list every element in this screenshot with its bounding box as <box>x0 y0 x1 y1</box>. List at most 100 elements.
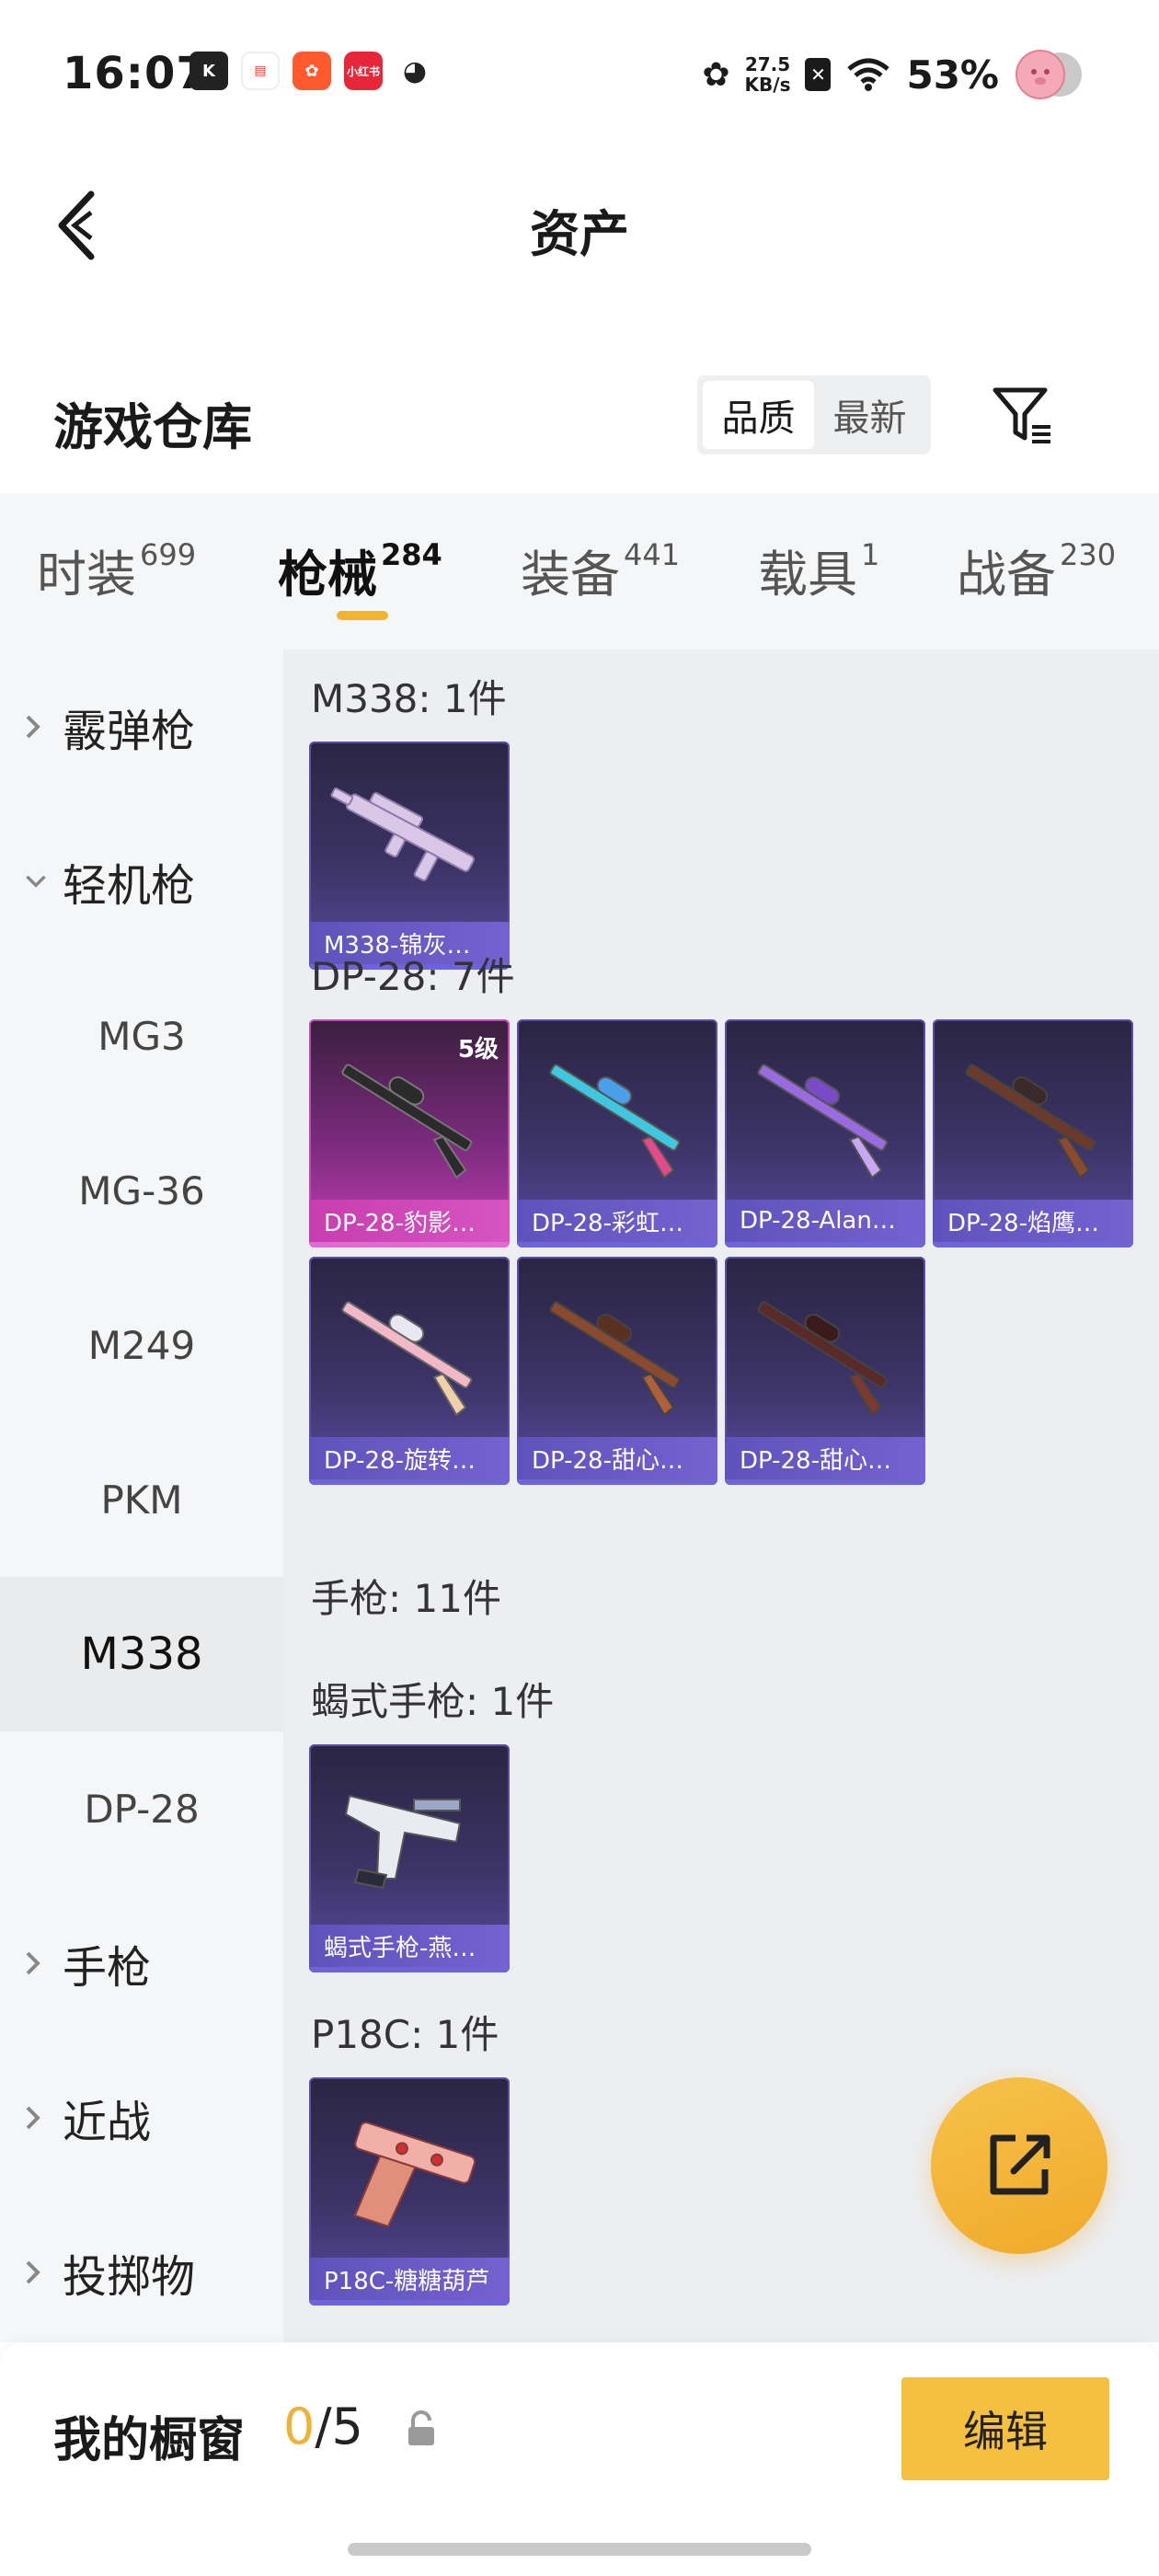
rifle-icon <box>549 1064 681 1179</box>
sidebar-item-label: 投掷物 <box>63 2251 196 2303</box>
avatar <box>1014 48 1085 101</box>
tab-vehicles[interactable]: 载具 1 <box>758 534 879 606</box>
rifle-icon <box>757 1301 889 1417</box>
sidebar-item-m338[interactable]: M338 <box>0 1577 283 1731</box>
section-title: M338: 1件 <box>311 676 507 721</box>
item-card[interactable]: DP-28-彩虹… <box>517 1019 717 1248</box>
sidebar-item-label: MG-36 <box>78 1167 205 1213</box>
item-card[interactable]: P18C-糖糖葫芦 <box>309 2077 510 2306</box>
rarity-bar <box>517 1479 717 1485</box>
item-card[interactable]: DP-28-甜心… <box>725 1257 925 1485</box>
tab-equipment[interactable]: 装备 441 <box>521 534 680 606</box>
tab-count: 284 <box>381 537 442 572</box>
page-title: 资产 <box>530 205 629 263</box>
calendar-app-icon: ▤ <box>241 52 280 90</box>
item-card[interactable]: DP-28-Alan… <box>725 1019 925 1248</box>
sidebar-item-label: DP-28 <box>84 1786 200 1832</box>
battery-level: 53% <box>906 52 999 98</box>
sidebar-item-lmg[interactable]: 轻机枪 <box>0 804 283 959</box>
tab-count: 441 <box>624 537 681 572</box>
tab-fashion[interactable]: 时装 699 <box>37 534 196 606</box>
edit-button[interactable]: 编辑 <box>901 2377 1109 2480</box>
section-title: 蝎式手枪: 1件 <box>311 1679 555 1724</box>
lock-icon <box>408 2410 434 2445</box>
tab-label: 载具 <box>758 546 857 604</box>
sort-by-newest[interactable]: 最新 <box>814 381 925 449</box>
sidebar-item-label: 轻机枪 <box>63 860 196 912</box>
filter-button[interactable] <box>990 383 1056 449</box>
status-time: 16:07 <box>63 48 208 99</box>
chevron-right-icon <box>24 1949 48 1977</box>
showcase-bar: 我的橱窗 0/5 编辑 <box>0 2342 1159 2576</box>
flower-icon: ✿ <box>702 55 730 94</box>
rifle-icon <box>965 1064 1096 1179</box>
section-title: 手枪: 11件 <box>311 1576 501 1621</box>
sidebar-item-label: M338 <box>80 1628 203 1680</box>
rarity-bar <box>309 1967 510 1972</box>
warehouse-header: 游戏仓库 品质 最新 <box>0 359 1159 478</box>
sidebar-item-throwable[interactable]: 投掷物 <box>0 2195 283 2350</box>
sidebar-item-m249[interactable]: M249 <box>0 1268 283 1422</box>
tab-count: 1 <box>861 537 880 572</box>
wifi-icon <box>847 58 890 91</box>
item-name: DP-28-豹影… <box>309 1200 510 1242</box>
sidebar-item-dp28[interactable]: DP-28 <box>0 1731 283 1886</box>
item-card[interactable]: DP-28-旋转… <box>309 1257 510 1485</box>
item-card[interactable]: 蝎式手枪-燕… <box>309 1744 510 1972</box>
item-name: DP-28-焰鹰… <box>933 1200 1133 1242</box>
sidebar-item-pistol[interactable]: 手枪 <box>0 1886 283 2041</box>
home-indicator[interactable] <box>348 2543 811 2556</box>
share-button[interactable] <box>931 2077 1107 2254</box>
category-tabs: 时装 699 枪械 284 装备 441 载具 1 战备 230 <box>0 493 1159 650</box>
sidebar-item-mg36[interactable]: MG-36 <box>0 1113 283 1268</box>
rarity-bar <box>517 1242 717 1248</box>
section-title: DP-28: 7件 <box>311 954 515 999</box>
tab-firearms[interactable]: 枪械 284 <box>278 534 442 606</box>
showcase-title: 我的橱窗 <box>53 2413 246 2468</box>
showcase-count-used: 0 <box>283 2398 316 2455</box>
section-title: P18C: 1件 <box>311 2012 499 2057</box>
status-bar: 16:07 K ▤ ✿ 小红书 ◕ ✿ 27.5 KB/s ✕ 53% <box>0 0 1159 138</box>
sidebar-item-shotgun[interactable]: 霰弹枪 <box>0 650 283 804</box>
sidebar-item-pkm[interactable]: PKM <box>0 1422 283 1577</box>
chevron-right-icon <box>24 2104 48 2132</box>
rifle-icon <box>549 1301 681 1417</box>
rifle-icon <box>330 787 475 881</box>
share-icon <box>990 2134 1050 2195</box>
item-name: DP-28-旋转… <box>309 1437 510 1479</box>
rifle-icon <box>757 1064 889 1179</box>
sort-by-quality[interactable]: 品质 <box>703 381 814 449</box>
kuaishou-app-icon: ✿ <box>293 52 331 90</box>
network-speed-unit: KB/s <box>744 74 791 96</box>
item-card[interactable]: DP-28-甜心… <box>517 1257 717 1485</box>
tab-label: 时装 <box>37 546 136 604</box>
item-name: DP-28-彩虹… <box>517 1200 717 1242</box>
tab-gear[interactable]: 战备 230 <box>957 534 1116 606</box>
tab-count: 230 <box>1060 537 1117 572</box>
sidebar-item-melee[interactable]: 近战 <box>0 2041 283 2195</box>
network-speed: 27.5 KB/s <box>745 54 791 95</box>
sim-icon: ✕ <box>805 58 832 91</box>
sidebar-item-label: 近战 <box>63 2097 152 2148</box>
network-speed-value: 27.5 <box>744 53 791 75</box>
item-card[interactable]: DP-28-焰鹰… <box>933 1019 1133 1248</box>
tab-count: 699 <box>140 537 197 572</box>
item-name: P18C-糖糖葫芦 <box>309 2258 510 2300</box>
nav-header: 资产 <box>0 156 1159 294</box>
tab-label: 枪械 <box>278 546 377 604</box>
item-card[interactable]: 5级 DP-28-豹影… <box>309 1019 510 1248</box>
k-app-icon: K <box>189 52 228 90</box>
sidebar-item-label: PKM <box>100 1477 183 1523</box>
sidebar-item-label: MG3 <box>98 1013 186 1059</box>
item-name: DP-28-甜心… <box>517 1437 717 1479</box>
chevron-down-icon <box>24 872 48 891</box>
chevron-right-icon <box>24 713 48 741</box>
rarity-bar <box>725 1479 925 1485</box>
sidebar-item-mg3[interactable]: MG3 <box>0 959 283 1113</box>
item-card[interactable]: M338-锦灰… <box>309 742 510 970</box>
xiaohongshu-app-icon: 小红书 <box>344 52 383 90</box>
sort-toggle: 品质 最新 <box>697 375 931 454</box>
active-tab-indicator <box>337 611 388 620</box>
rifle-icon <box>341 1301 473 1417</box>
item-name: 蝎式手枪-燕… <box>309 1925 510 1967</box>
